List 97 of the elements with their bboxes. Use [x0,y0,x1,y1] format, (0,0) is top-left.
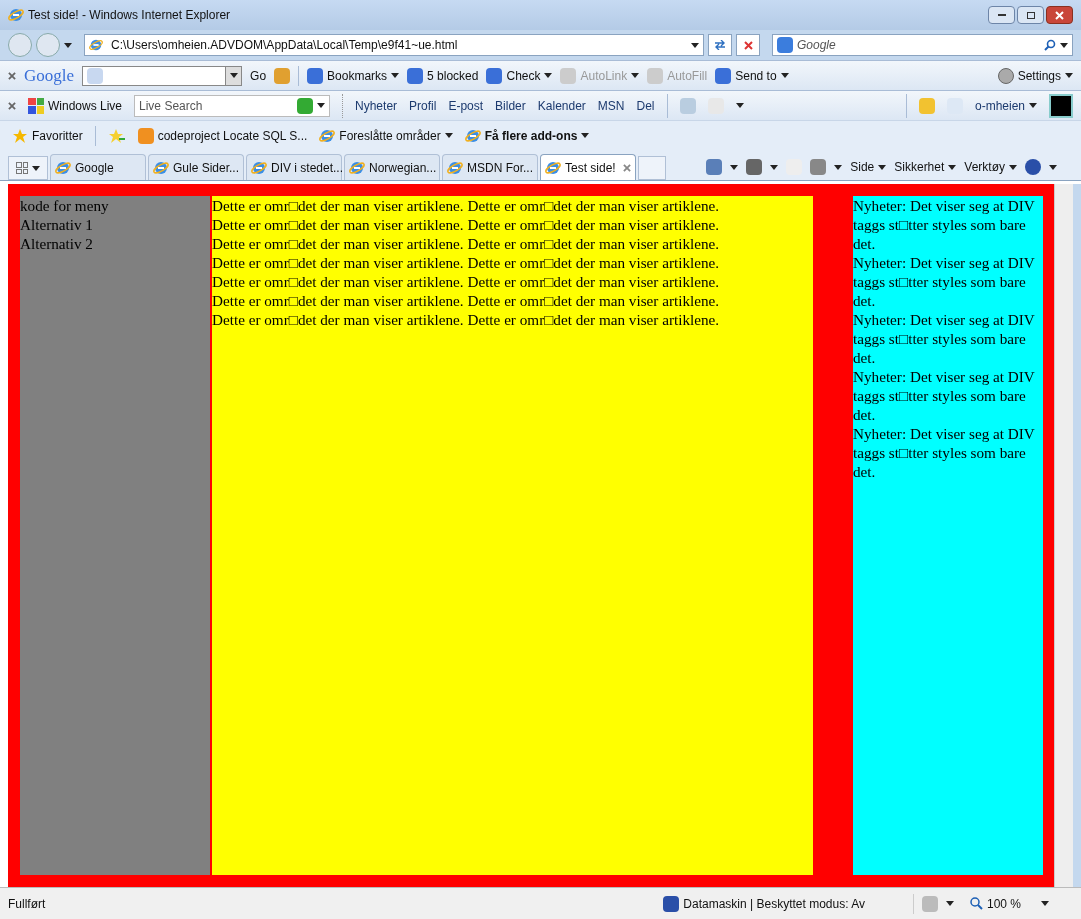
stop-button[interactable] [736,34,760,56]
toolbar-link[interactable]: Nyheter [355,96,398,115]
google-logo: Google [24,64,75,87]
command-menu[interactable]: Side [850,158,887,176]
caret-icon [1029,103,1037,108]
caret-icon [945,901,954,906]
globe-icon [55,159,71,176]
toolbar-button[interactable]: Bookmarks [307,66,400,85]
windows-live-link[interactable]: Windows Live [28,96,123,115]
user-menu[interactable]: o-mheien [974,96,1037,115]
globe-icon [153,159,169,176]
back-button[interactable] [8,33,32,57]
toolbar-button[interactable]: Send to [715,66,789,85]
news-text: Nyheter: Det viser seg at DIV taggs st□tter styles som bare det. [853,424,1036,481]
close-icon [743,40,753,50]
article-text: Dette er omr□det der man viser artiklene. Dette er omr□det der man viser artiklene. [212,253,721,272]
article-text: Dette er omr□det der man viser artiklene. Dette er omr□det der man viser artiklene. [212,215,721,234]
search-box[interactable]: Google [772,34,1073,56]
caret-icon [1009,164,1017,170]
caret-icon [1065,73,1073,78]
favorites-button[interactable]: Favoritter [12,126,83,145]
caret-icon [1049,164,1057,170]
status-text: Fullført [8,895,46,913]
add-favorite-icon[interactable] [107,127,126,144]
caret-icon [229,73,238,78]
news-text: Nyheter: Det viser seg at DIV taggs st□tter styles som bare det. [853,196,1036,253]
favorite-link[interactable]: codeproject Locate SQL S... [137,126,308,145]
globe-icon [545,159,561,176]
toolbar-link[interactable]: Bilder [495,96,526,115]
command-menu[interactable]: Sikkerhet [894,158,957,176]
close-icon[interactable] [8,101,16,110]
news-text: Nyheter: Det viser seg at DIV taggs st□tter styles som bare det. [853,310,1036,367]
quick-tabs-button[interactable] [8,156,48,180]
browser-tab[interactable]: Norwegian... [344,154,440,180]
globe-icon [251,159,267,176]
browser-tab[interactable]: MSDN For... [442,154,538,180]
security-zone: Datamaskin | Beskyttet modus: Av [683,895,865,913]
zoom-button[interactable]: 100 % [969,894,1049,913]
new-tab-button[interactable] [638,156,666,180]
globe-icon [349,159,365,176]
close-button[interactable] [1046,6,1073,24]
article-text: Dette er omr□det der man viser artiklene. Dette er omr□det der man viser artiklene. [212,196,721,215]
news-text: Nyheter: Det viser seg at DIV taggs st□tter styles som bare det. [853,367,1036,424]
live-search-box[interactable]: Live Search [134,94,331,117]
browser-tab[interactable]: Gule Sider... [148,154,244,180]
google-search-field[interactable] [82,65,243,86]
toolbar-link[interactable]: Kalender [537,96,586,115]
news-text: Nyheter: Det viser seg at DIV taggs st□tter styles som bare det. [853,253,1036,310]
caret-icon [64,42,72,48]
close-icon [1055,10,1064,20]
toolbar-button[interactable]: Check [486,66,553,85]
globe-icon [8,7,24,23]
forward-button[interactable] [36,33,60,57]
caret-icon [878,164,887,170]
toolbar-link[interactable]: Del [636,96,655,115]
toolbar-link[interactable]: Profil [409,96,437,115]
globe-icon [89,38,103,52]
refresh-button[interactable] [708,34,732,56]
globe-icon [447,159,463,176]
toolbar-link[interactable]: MSN [597,96,625,115]
close-icon[interactable] [8,71,16,80]
browser-tab[interactable]: DIV i stedet... [246,154,342,180]
settings-button[interactable]: Settings [997,66,1073,85]
caret-icon [691,42,699,48]
zoom-icon [969,897,983,910]
maximize-button[interactable] [1017,6,1044,24]
command-menu[interactable]: Verktøy [964,158,1017,176]
live-search-field[interactable]: Live Search [139,96,294,115]
search-field[interactable]: Google [797,36,1040,54]
browser-tab[interactable]: Google [50,154,146,180]
toolbar-link[interactable]: E-post [448,96,484,115]
caret-icon [1041,901,1049,906]
avatar-icon[interactable] [1049,93,1073,118]
caret-icon [948,164,957,170]
globe-icon [464,127,481,144]
browser-tab[interactable]: Test side! [540,154,636,180]
article-text: Dette er omr□det der man viser artiklene. Dette er omr□det der man viser artiklene. [212,291,721,310]
minimize-button[interactable] [988,6,1015,24]
caret-icon [1060,42,1068,48]
caret-icon [834,164,843,170]
toolbar-button[interactable]: Go [250,66,267,85]
caret-icon [32,165,40,171]
address-field[interactable]: C:\Users\omheien.ADVDOM\AppData\Local\Temp\e9f41~ue.html [84,34,704,56]
favorite-link[interactable]: Foreslåtte områder [319,126,453,145]
window-title: Test side! - Windows Internet Explorer [28,7,231,24]
article-text: Dette er omr□det der man viser artiklene. Dette er omr□det der man viser artiklene. [212,234,721,253]
caret-icon [735,103,744,108]
article-text: Dette er omr□det der man viser artiklene. Dette er omr□det der man viser artiklene. [212,310,721,329]
caret-icon [770,164,779,170]
toolbar-button[interactable]: 5 blocked [407,66,479,85]
close-tab-icon[interactable] [623,163,631,172]
globe-icon [319,127,336,144]
caret-icon [730,164,739,170]
caret-icon [317,103,326,108]
arrows-icon [714,40,726,50]
favorite-link[interactable]: Få flere add-ons [464,126,590,145]
article-text: Dette er omr□det der man viser artiklene. Dette er omr□det der man viser artiklene. [212,272,721,291]
